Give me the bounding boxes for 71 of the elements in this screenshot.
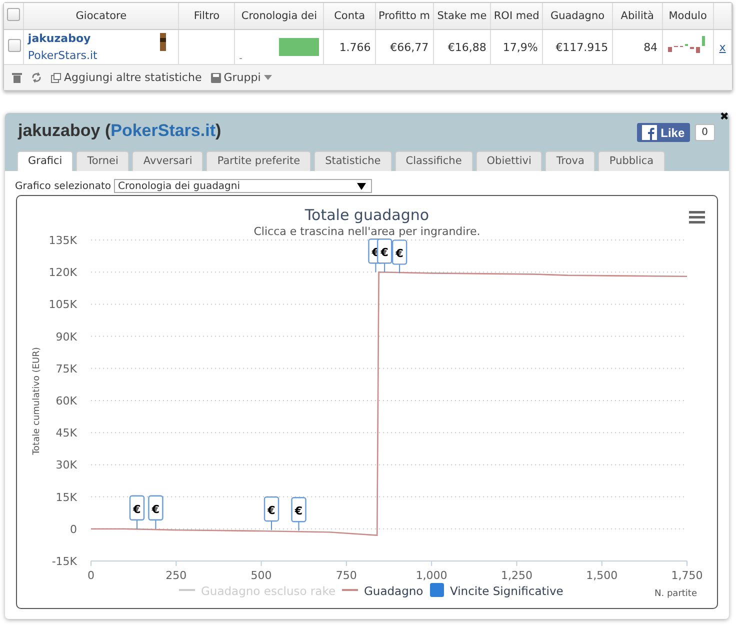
tab[interactable]: Classifiche <box>394 151 473 171</box>
x-axis-label: 1,500 <box>586 569 618 582</box>
column-header[interactable]: Guadagno <box>542 3 613 30</box>
tab[interactable]: Pubblica <box>598 151 665 171</box>
player-name-link[interactable]: jakuzaboy <box>28 32 174 45</box>
y-axis-label: 60K <box>56 394 77 408</box>
y-axis-label: -15K <box>52 555 77 568</box>
y-axis-label: 45K <box>56 426 77 440</box>
y-axis-label: 120K <box>48 266 77 280</box>
column-header[interactable]: Conta <box>324 3 376 30</box>
add-statistics-button[interactable]: Aggiungi altre statistiche <box>51 71 202 84</box>
caret-icon <box>264 75 272 80</box>
caret-icon <box>357 182 366 190</box>
x-axis-label: 1,000 <box>416 569 448 582</box>
y-axis-label: 135K <box>48 234 77 247</box>
facebook-icon <box>642 125 657 140</box>
open-parenthesis: ( <box>104 121 111 140</box>
tab[interactable]: Avversari <box>132 151 204 171</box>
column-header[interactable]: Stake me <box>433 3 491 30</box>
chart-select-label: Grafico selezionato <box>15 180 112 192</box>
remove-link[interactable]: x <box>719 40 726 54</box>
column-header[interactable]: Abilità <box>612 3 662 30</box>
trash-icon[interactable] <box>12 72 22 83</box>
y-axis-label: 0 <box>70 522 77 536</box>
y-axis-title: Totale cumulativo (EUR) <box>32 347 42 455</box>
row-checkbox[interactable] <box>8 39 21 52</box>
column-header[interactable]: Profitto m <box>375 3 434 30</box>
column-header[interactable]: Filtro <box>178 3 235 30</box>
close-button[interactable]: ✖ <box>720 110 729 123</box>
like-button[interactable]: Like <box>636 123 690 142</box>
y-axis-label: 105K <box>48 298 77 312</box>
chart-select[interactable]: Cronologia dei guadagni <box>114 179 372 193</box>
history-bar-drawing <box>278 38 319 56</box>
tab[interactable]: Obiettivi <box>476 151 542 171</box>
refresh-icon[interactable] <box>31 72 42 83</box>
bar-icon <box>160 33 166 51</box>
legend-label: Guadagno <box>364 584 424 598</box>
chart-subtitle: Clicca e trascina nell'area per ingrandire. <box>254 225 480 238</box>
x-axis-label: 250 <box>166 569 187 582</box>
column-header[interactable]: Modulo <box>662 3 714 30</box>
x-axis-title: N. partite <box>654 589 697 599</box>
menu-icon[interactable] <box>689 211 705 224</box>
column-header[interactable]: Cronologia dei <box>234 3 324 30</box>
close-parenthesis: ) <box>216 121 222 140</box>
x-axis-label: 750 <box>336 569 357 582</box>
tab[interactable]: Partite preferite <box>206 151 312 171</box>
site-link[interactable]: PokerStars.it <box>28 49 174 62</box>
column-header[interactable]: Giocatore <box>23 3 179 30</box>
x-axis-label: 0 <box>88 569 94 582</box>
windows-icon <box>51 72 61 82</box>
column-header[interactable]: ROI med <box>490 3 542 30</box>
history-mark: - <box>239 54 242 64</box>
y-axis-label: 15K <box>56 490 77 504</box>
chart-title: Totale guadagno <box>304 206 430 224</box>
tab[interactable]: Statistiche <box>314 151 392 171</box>
legend-item[interactable]: Guadagno <box>342 584 424 598</box>
like-count: 0 <box>694 124 715 141</box>
tab[interactable]: Trova <box>545 151 596 171</box>
x-axis-label: 1,750 <box>671 569 703 582</box>
floppy-icon <box>210 72 221 82</box>
select-all-checkbox[interactable] <box>6 8 20 21</box>
tab[interactable]: Tornei <box>76 151 130 171</box>
y-axis-label: 90K <box>56 330 77 344</box>
groups-dropdown[interactable]: Gruppi <box>210 71 272 84</box>
x-axis-label: 500 <box>250 569 272 582</box>
y-axis-label: 30K <box>56 458 77 472</box>
player-title: jakuzaboy <box>18 121 100 140</box>
x-axis-label: 1,250 <box>500 569 532 582</box>
tab[interactable]: Grafici <box>17 151 74 171</box>
legend-item[interactable]: Vincite Significative <box>430 583 564 598</box>
y-axis-label: 75K <box>56 362 77 376</box>
